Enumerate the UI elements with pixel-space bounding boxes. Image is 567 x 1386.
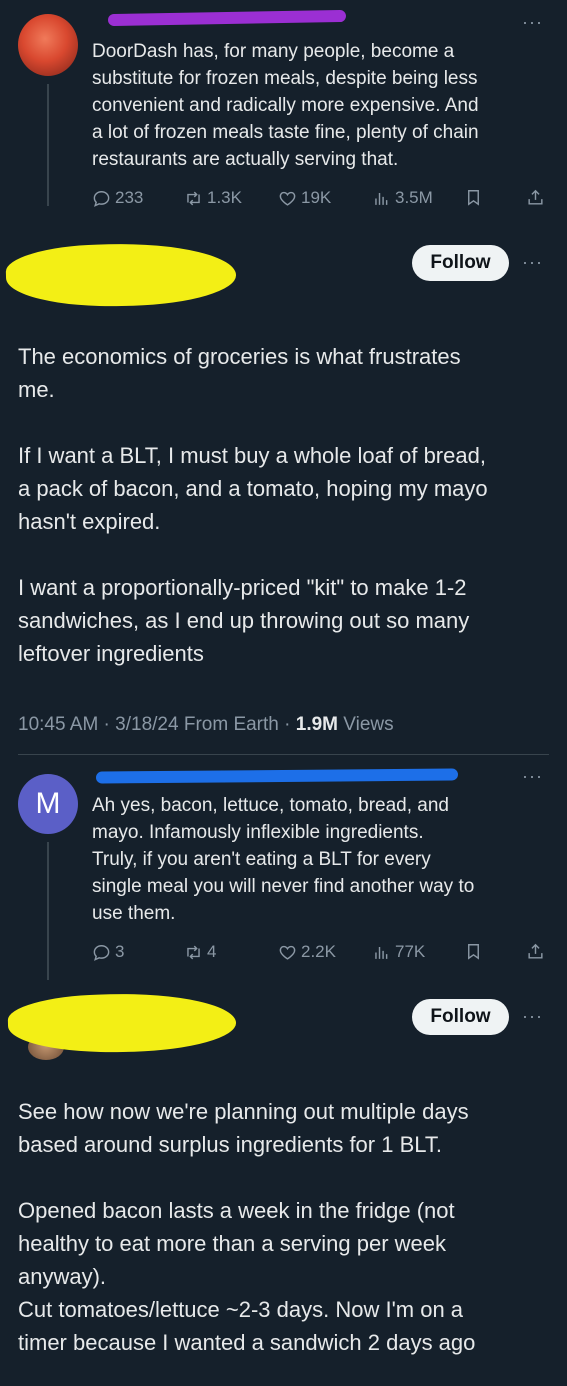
repost-button[interactable]: 4 [184,942,216,962]
divider [18,754,549,755]
share-icon [528,943,543,959]
more-icon[interactable]: ··· [522,766,543,787]
paragraph: See how now we're planning out multiple … [18,1099,469,1157]
views-count: 1.9M [295,714,338,735]
like-button[interactable]: 2.2K [278,942,336,962]
like-count: 2.2K [301,942,336,961]
redacted-author [5,241,237,309]
reply-button[interactable]: 3 [92,942,124,962]
avatar[interactable] [18,14,78,76]
views-icon [375,192,388,205]
bookmark-icon [468,190,479,206]
more-icon[interactable]: ··· [522,12,543,33]
tweet-text: Ah yes, bacon, lettuce, tomato, bread, a… [92,795,475,924]
follow-button[interactable]: Follow [412,245,509,281]
avatar-letter: M [35,787,61,820]
tweet-text: The economics of groceries is what frust… [18,340,558,670]
follow-button[interactable]: Follow [412,999,509,1035]
tweet-text: See how now we're planning out multiple … [18,1095,558,1359]
tweet-timestamp[interactable]: 10:45 AM · 3/18/24 From Earth · 1.9M Vie… [18,714,394,736]
reply-icon [93,190,110,207]
views-icon [375,946,388,959]
thread-line [47,842,49,980]
reply-count: 233 [115,188,144,207]
paragraph: If I want a BLT, I must buy a whole loaf… [18,443,488,534]
share-button[interactable] [526,188,549,207]
reply-count: 3 [115,942,125,961]
repost-count: 4 [207,942,217,961]
heart-icon [279,191,296,206]
more-icon[interactable]: ··· [522,1006,543,1027]
heart-icon [279,945,296,960]
paragraph: The economics of groceries is what frust… [18,344,461,402]
redacted-username [107,9,347,27]
repost-icon [187,945,200,959]
redacted-username [95,768,459,784]
thread-line [47,84,49,206]
views-button[interactable]: 77K [372,942,425,962]
share-icon [528,189,543,205]
timestamp-text: 10:45 AM · 3/18/24 From Earth · [18,714,296,735]
view-count: 3.5M [395,188,433,207]
views-label: Views [338,714,394,735]
like-button[interactable]: 19K [278,188,331,208]
share-button[interactable] [526,942,549,961]
reply-icon [93,944,110,961]
paragraph: I want a proportionally-priced "kit" to … [18,575,470,666]
reply-button[interactable]: 233 [92,188,143,208]
like-count: 19K [301,188,332,207]
repost-icon [187,191,200,205]
views-button[interactable]: 3.5M [372,188,433,208]
avatar[interactable]: M [18,774,78,834]
redacted-author [7,991,237,1055]
bookmark-icon [468,944,479,960]
bookmark-button[interactable] [464,942,487,961]
paragraph: Opened bacon lasts a week in the fridge … [18,1198,476,1355]
view-count: 77K [395,942,426,961]
more-icon[interactable]: ··· [522,252,543,273]
tweet-text: DoorDash has, for many people, become a … [92,41,479,170]
repost-count: 1.3K [207,188,242,207]
bookmark-button[interactable] [464,188,487,207]
repost-button[interactable]: 1.3K [184,188,242,208]
